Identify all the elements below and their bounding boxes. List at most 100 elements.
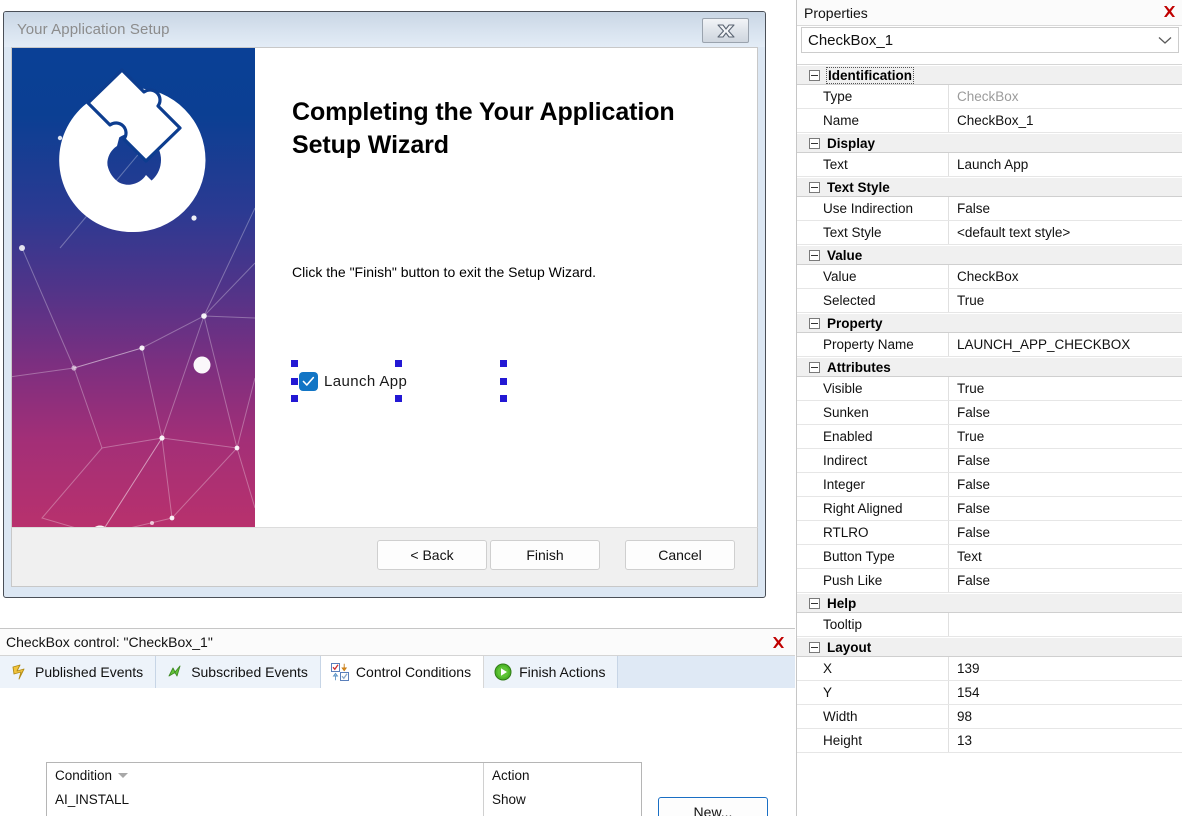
property-value[interactable]: True <box>949 289 1182 312</box>
table-row[interactable]: NOT AI_INSTALL <box>47 811 483 816</box>
checkbox-box[interactable] <box>299 372 318 391</box>
property-group-value[interactable]: Value <box>797 245 1182 265</box>
property-row[interactable]: Property Name LAUNCH_APP_CHECKBOX <box>797 333 1182 357</box>
property-row[interactable]: Indirect False <box>797 449 1182 473</box>
property-group-property[interactable]: Property <box>797 313 1182 333</box>
back-button[interactable]: < Back <box>377 540 487 570</box>
launch-app-checkbox[interactable]: Launch App <box>299 372 407 391</box>
property-value[interactable]: Text <box>949 545 1182 568</box>
column-header-action[interactable]: Action <box>484 763 641 788</box>
property-value[interactable]: 139 <box>949 657 1182 680</box>
property-value[interactable]: False <box>949 473 1182 496</box>
property-value[interactable]: <default text style> <box>949 221 1182 244</box>
property-group-attributes[interactable]: Attributes <box>797 357 1182 377</box>
property-row[interactable]: Button Type Text <box>797 545 1182 569</box>
tab-subscribed-events[interactable]: Subscribed Events <box>156 656 321 688</box>
property-value[interactable]: 13 <box>949 729 1182 752</box>
properties-close-button[interactable] <box>1159 1 1179 21</box>
collapse-toggle-icon[interactable] <box>809 69 820 81</box>
property-name: Height <box>797 729 949 752</box>
conditions-table[interactable]: Condition AI_INSTALL NOT AI_INSTALL Acti… <box>46 762 642 816</box>
property-row[interactable]: Right Aligned False <box>797 497 1182 521</box>
property-row[interactable]: Sunken False <box>797 401 1182 425</box>
sort-descending-caret-icon[interactable] <box>118 773 129 778</box>
resize-handle-top-center[interactable] <box>395 360 402 367</box>
collapse-toggle-icon[interactable] <box>809 137 820 149</box>
property-group-layout[interactable]: Layout <box>797 637 1182 657</box>
table-row[interactable]: AI_INSTALL <box>47 788 483 811</box>
resize-handle-bottom-left[interactable] <box>291 395 298 402</box>
property-value[interactable]: False <box>949 521 1182 544</box>
property-row[interactable]: Use Indirection False <box>797 197 1182 221</box>
resize-handle-middle-left[interactable] <box>291 378 298 385</box>
table-row[interactable]: Show <box>484 788 641 811</box>
property-row[interactable]: Text Launch App <box>797 153 1182 177</box>
property-row[interactable]: X 139 <box>797 657 1182 681</box>
resize-handle-middle-right[interactable] <box>500 378 507 385</box>
property-row[interactable]: Text Style <default text style> <box>797 221 1182 245</box>
property-row[interactable]: Integer False <box>797 473 1182 497</box>
property-group-identification[interactable]: Identification <box>797 65 1182 85</box>
property-value[interactable]: False <box>949 449 1182 472</box>
property-row[interactable]: Visible True <box>797 377 1182 401</box>
property-value[interactable]: CheckBox <box>949 265 1182 288</box>
new-condition-button[interactable]: New... <box>658 797 768 816</box>
property-row[interactable]: Selected True <box>797 289 1182 313</box>
table-row[interactable]: Hide <box>484 811 641 816</box>
property-value[interactable]: False <box>949 569 1182 592</box>
property-value[interactable]: False <box>949 401 1182 424</box>
resize-handle-top-right[interactable] <box>500 360 507 367</box>
property-row[interactable]: Height 13 <box>797 729 1182 753</box>
property-row[interactable]: Tooltip <box>797 613 1182 637</box>
tab-label: Subscribed Events <box>191 664 308 680</box>
property-row[interactable]: Name CheckBox_1 <box>797 109 1182 133</box>
property-row[interactable]: Enabled True <box>797 425 1182 449</box>
property-value[interactable]: LAUNCH_APP_CHECKBOX <box>949 333 1182 356</box>
property-value[interactable]: 98 <box>949 705 1182 728</box>
collapse-toggle-icon[interactable] <box>809 317 820 329</box>
property-value[interactable]: True <box>949 425 1182 448</box>
chevron-down-icon[interactable] <box>1152 36 1178 45</box>
resize-handle-bottom-center[interactable] <box>395 395 402 402</box>
property-row[interactable]: Width 98 <box>797 705 1182 729</box>
control-editor-close-button[interactable] <box>767 632 789 652</box>
property-value[interactable]: False <box>949 497 1182 520</box>
property-value[interactable]: Launch App <box>949 153 1182 176</box>
collapse-toggle-icon[interactable] <box>809 249 820 261</box>
collapse-toggle-icon[interactable] <box>809 361 820 373</box>
tab-published-events[interactable]: Published Events <box>0 656 157 688</box>
property-row[interactable]: Type CheckBox <box>797 85 1182 109</box>
wizard-titlebar[interactable]: Your Application Setup <box>4 12 765 47</box>
control-selector-combobox[interactable]: CheckBox_1 <box>801 27 1179 53</box>
resize-handle-top-left[interactable] <box>291 360 298 367</box>
property-row[interactable]: RTLRO False <box>797 521 1182 545</box>
cancel-button[interactable]: Cancel <box>625 540 735 570</box>
checkbox-selection-group[interactable]: Launch App <box>291 360 507 402</box>
column-header-condition[interactable]: Condition <box>47 763 483 788</box>
property-value[interactable]: False <box>949 197 1182 220</box>
property-row[interactable]: Push Like False <box>797 569 1182 593</box>
collapse-toggle-icon[interactable] <box>809 641 820 653</box>
control-editor-titlebar: CheckBox control: "CheckBox_1" <box>0 629 795 656</box>
property-value[interactable]: 154 <box>949 681 1182 704</box>
property-row[interactable]: Y 154 <box>797 681 1182 705</box>
resize-handle-bottom-right[interactable] <box>500 395 507 402</box>
property-value[interactable]: True <box>949 377 1182 400</box>
tab-control-conditions[interactable]: Control Conditions <box>320 656 485 688</box>
collapse-toggle-icon[interactable] <box>809 597 820 609</box>
finish-button[interactable]: Finish <box>490 540 600 570</box>
puzzle-logo-icon <box>59 68 206 233</box>
property-group-label: Identification <box>826 66 914 84</box>
collapse-toggle-icon[interactable] <box>809 181 820 193</box>
property-row[interactable]: Value CheckBox <box>797 265 1182 289</box>
conditions-column-action: Action Show Hide <box>484 763 641 816</box>
property-value[interactable] <box>949 613 1182 636</box>
tab-finish-actions[interactable]: Finish Actions <box>484 656 619 688</box>
property-group-label: Attributes <box>827 359 891 375</box>
property-value[interactable]: CheckBox_1 <box>949 109 1182 132</box>
property-group-help[interactable]: Help <box>797 593 1182 613</box>
property-group-text-style[interactable]: Text Style <box>797 177 1182 197</box>
properties-grid: Identification Type CheckBox Name CheckBox_1… <box>797 64 1182 816</box>
wizard-close-button[interactable] <box>702 18 749 43</box>
property-group-display[interactable]: Display <box>797 133 1182 153</box>
